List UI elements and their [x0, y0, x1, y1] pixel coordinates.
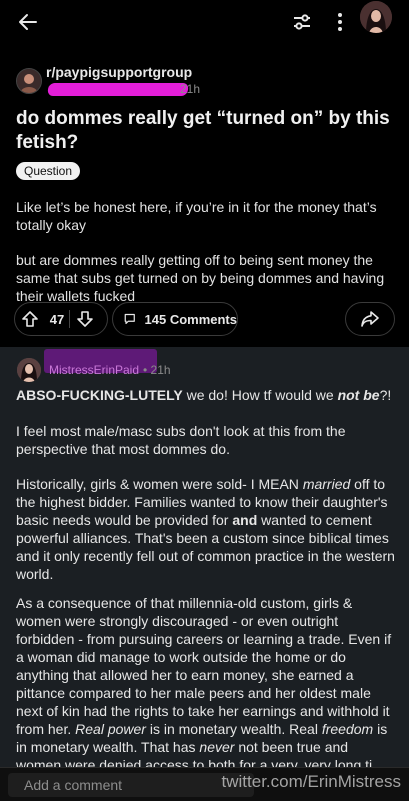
upvote-button[interactable]: [15, 310, 45, 328]
post-time: 21h: [180, 82, 201, 96]
comment-paragraph-1: ABSO-FUCKING-LUTELY we do! How tf would …: [16, 386, 396, 404]
comment-time: • 21h: [143, 363, 171, 377]
comment-text: Historically, girls & women were sold- I…: [16, 476, 303, 492]
vote-count: 47: [49, 311, 65, 327]
comments-button[interactable]: 145 Comments: [112, 302, 238, 336]
subreddit-name[interactable]: r/paypigsupportgroup: [46, 64, 192, 80]
comment-emphasis: never: [199, 739, 235, 755]
comment-emphasis: and: [232, 512, 258, 528]
more-vertical-icon: [338, 13, 342, 31]
bottom-bar: Add a comment twitter.com/ErinMistress: [0, 767, 409, 801]
post-body-paragraph-2: but are dommes really getting off to bei…: [16, 252, 385, 304]
comment-emphasis: Real power: [75, 721, 146, 737]
back-button[interactable]: [8, 4, 48, 40]
subreddit-avatar[interactable]: [16, 68, 42, 94]
post-title: do dommes really get “turned on” by this…: [16, 108, 390, 153]
filter-button[interactable]: [284, 4, 320, 40]
post-meta: r/paypigsupportgroup u/ 21h: [16, 64, 200, 100]
comment-text: ?!: [379, 387, 392, 403]
comment-paragraph-2: I feel most male/masc subs don't look at…: [16, 423, 346, 457]
comment-bubble-icon: [124, 313, 135, 325]
comment-text: As a consequence of that millennia-old c…: [16, 595, 392, 737]
add-comment-input[interactable]: Add a comment: [8, 773, 254, 797]
commenter-avatar[interactable]: [17, 358, 41, 382]
comment-paragraph-4: As a consequence of that millennia-old c…: [16, 594, 396, 774]
redaction-mark: [47, 83, 189, 96]
post-body-paragraph-1: Like let’s be honest here, if you’re in …: [16, 199, 377, 233]
share-icon: [361, 311, 379, 327]
watermark: twitter.com/ErinMistress: [221, 772, 401, 791]
comment: MistressErinPaid • 21h ABSO-FUCKING-LUTE…: [0, 347, 409, 773]
post-actions: 47 145 Comments: [0, 302, 409, 342]
flair-badge[interactable]: Question: [16, 162, 81, 180]
comment-emphasis: not be: [337, 387, 380, 403]
downvote-button[interactable]: [70, 310, 100, 328]
avatar[interactable]: [360, 1, 392, 33]
comment-emphasis: married: [302, 476, 351, 492]
comment-text: is in monetary wealth. Real: [145, 721, 322, 737]
arrow-left-icon: [19, 14, 37, 30]
vote-control: 47: [14, 302, 108, 336]
top-app-bar: [0, 0, 409, 44]
arrow-up-icon: [22, 311, 38, 327]
comment-paragraph-3: Historically, girls & women were sold- I…: [16, 475, 396, 583]
sliders-icon: [294, 14, 310, 30]
arrow-down-icon: [77, 311, 93, 327]
comments-count-label: 145 Comments: [144, 311, 237, 327]
comment-text: we do! How tf would we: [182, 387, 338, 403]
share-button[interactable]: [345, 302, 395, 336]
comment-emphasis: ABSO-FUCKING-LUTELY: [16, 387, 183, 403]
commenter-username[interactable]: MistressErinPaid: [49, 363, 139, 377]
more-options-button[interactable]: [328, 4, 352, 40]
comment-emphasis: freedom: [321, 721, 374, 737]
